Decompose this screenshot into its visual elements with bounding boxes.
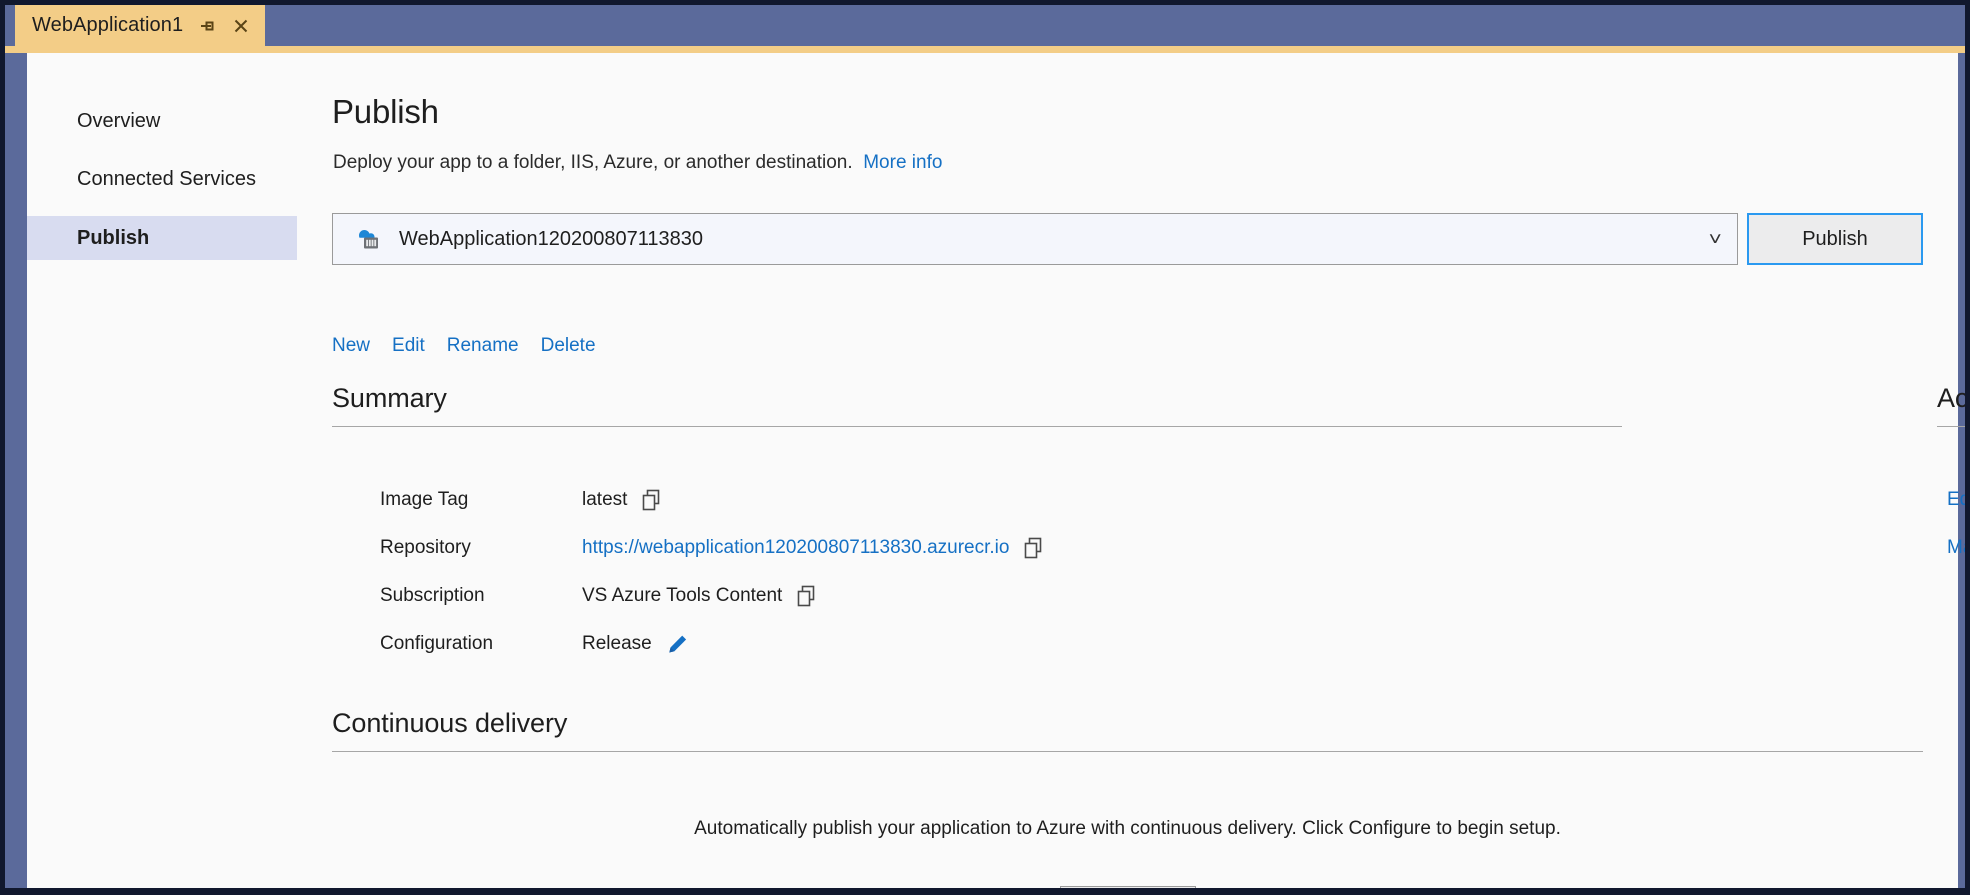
sidebar-item-publish[interactable]: Publish xyxy=(27,216,297,260)
summary-value-configuration: Release xyxy=(582,633,689,655)
chevron-down-icon[interactable]: ˅ xyxy=(1709,230,1722,248)
page-title: Publish xyxy=(332,93,439,130)
azure-container-registry-icon xyxy=(353,225,383,253)
tab-strip: WebApplication1 xyxy=(5,5,1965,46)
window-inner: WebApplication1 Overview Connected Servi… xyxy=(5,5,1965,888)
list-item: Manage in Azure portal xyxy=(1947,524,1965,572)
sidebar-item-label: Overview xyxy=(77,109,161,132)
repository-url-link[interactable]: https://webapplication120200807113830.az… xyxy=(582,537,1009,559)
summary-label-subscription: Subscription xyxy=(380,585,485,606)
summary-divider xyxy=(332,426,1622,427)
edit-profile-link[interactable]: Edit xyxy=(392,335,425,357)
more-info-link[interactable]: More info xyxy=(863,152,942,173)
publish-button[interactable]: Publish xyxy=(1747,213,1923,265)
copy-icon[interactable] xyxy=(641,489,663,512)
page-subtitle: Deploy your app to a folder, IIS, Azure,… xyxy=(333,152,942,174)
summary-heading: Summary xyxy=(332,383,447,413)
new-profile-link[interactable]: New xyxy=(332,335,370,357)
continuous-delivery-heading: Continuous delivery xyxy=(332,708,568,738)
summary-value-subscription: VS Azure Tools Content xyxy=(582,585,818,608)
page-subtitle-text: Deploy your app to a folder, IIS, Azure,… xyxy=(333,152,853,173)
continuous-delivery-description: Automatically publish your application t… xyxy=(694,818,1561,839)
continuous-delivery-section-header: Continuous delivery xyxy=(332,708,1923,752)
tab-title: WebApplication1 xyxy=(32,14,184,36)
copy-icon[interactable] xyxy=(1023,537,1045,560)
pencil-icon[interactable] xyxy=(666,633,689,655)
tab-accent-underline xyxy=(5,46,1965,53)
summary-value-repository: https://webapplication120200807113830.az… xyxy=(582,537,1045,560)
table-row: Subscription VS Azure Tools Content xyxy=(332,572,1622,620)
profile-row: WebApplication120200807113830 ˅ Publish xyxy=(332,213,1923,265)
window-frame: WebApplication1 Overview Connected Servi… xyxy=(0,0,1970,895)
table-row: Repository https://webapplication1202008… xyxy=(332,524,1622,572)
delete-profile-link[interactable]: Delete xyxy=(541,335,596,357)
summary-label-image-tag: Image Tag xyxy=(380,489,469,510)
sidebar-item-connected-services[interactable]: Connected Services xyxy=(27,157,297,201)
sidebar-item-label: Connected Services xyxy=(77,167,256,190)
sidebar: Overview Connected Services Publish xyxy=(27,53,297,888)
summary-value-image-tag: latest xyxy=(582,489,663,512)
configuration-value: Release xyxy=(582,633,652,654)
summary-label-configuration: Configuration xyxy=(380,633,494,654)
summary-label-repository: Repository xyxy=(380,537,471,558)
manage-in-azure-portal-link[interactable]: Manage in Azure portal xyxy=(1947,537,1965,559)
content-surface: Overview Connected Services Publish Publ… xyxy=(27,53,1965,888)
list-item: Edit Image Tag xyxy=(1947,476,1965,524)
summary-section-header: Summary xyxy=(332,383,1622,427)
profile-actions: New Edit Rename Delete xyxy=(332,335,596,357)
actions-divider xyxy=(1937,426,1965,427)
main-panel: Publish Deploy your app to a folder, IIS… xyxy=(297,53,1965,888)
edit-image-tag-link[interactable]: Edit Image Tag xyxy=(1947,489,1965,511)
configure-button[interactable]: Configure xyxy=(1059,886,1196,888)
table-row: Configuration Release xyxy=(332,620,1622,668)
document-tab-webapplication1[interactable]: WebApplication1 xyxy=(15,5,266,46)
sidebar-item-overview[interactable]: Overview xyxy=(27,99,297,143)
close-icon[interactable] xyxy=(231,16,251,36)
actions-section-header: Actions xyxy=(1937,383,1965,427)
publish-profile-name: WebApplication120200807113830 xyxy=(399,227,703,250)
summary-table: Image Tag latest Repository https://weba… xyxy=(332,476,1622,668)
copy-icon[interactable] xyxy=(796,585,818,608)
actions-heading: Actions xyxy=(1937,383,1965,413)
sidebar-item-label: Publish xyxy=(77,226,150,249)
subscription-value: VS Azure Tools Content xyxy=(582,585,783,606)
image-tag-value: latest xyxy=(582,489,628,510)
actions-list: Edit Image Tag Manage in Azure portal xyxy=(1947,476,1965,572)
continuous-delivery-divider xyxy=(332,751,1923,752)
pin-icon[interactable] xyxy=(197,16,217,36)
publish-profile-select[interactable]: WebApplication120200807113830 ˅ xyxy=(332,213,1738,265)
rename-profile-link[interactable]: Rename xyxy=(447,335,519,357)
table-row: Image Tag latest xyxy=(332,476,1622,524)
